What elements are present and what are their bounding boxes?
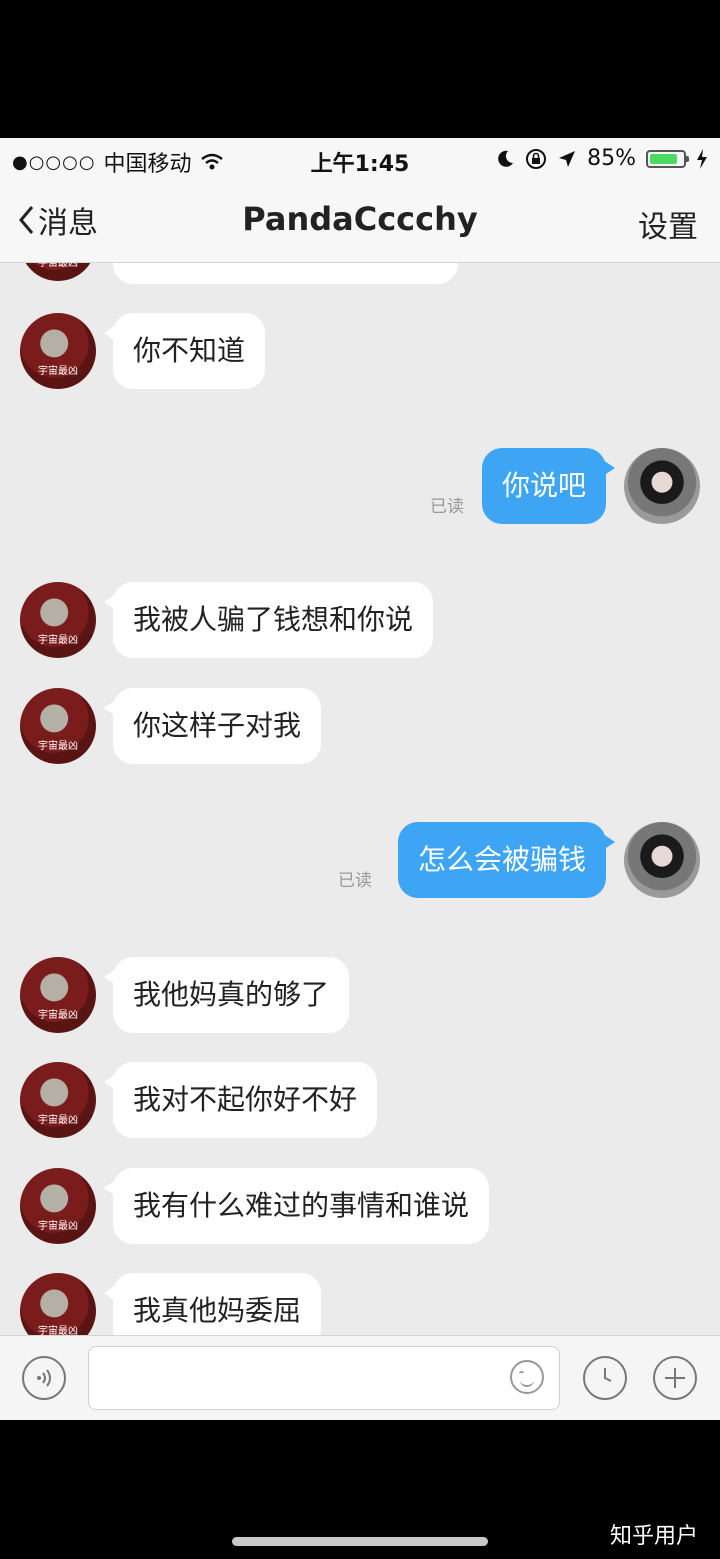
incoming-message[interactable]: 我被人骗了钱想和你说 — [103, 582, 434, 658]
incoming-message[interactable]: 我对不起你好不好 — [103, 1062, 378, 1138]
contact-avatar[interactable]: 宇宙最凶 — [20, 263, 96, 281]
emoji-icon[interactable] — [510, 1360, 544, 1394]
rotation-lock-icon — [526, 148, 547, 169]
message-list[interactable]: 宇宙最凶 宇宙最凶 你不知道 已读 你说吧 宇宙最凶 我被人骗了钱想和你说 宇宙… — [0, 263, 720, 1335]
plus-button[interactable] — [653, 1356, 697, 1400]
user-avatar[interactable] — [624, 448, 700, 524]
outgoing-message[interactable]: 怎么会被骗钱 — [397, 822, 616, 898]
incoming-message[interactable]: 我真他妈委屈 — [103, 1273, 322, 1335]
avatar-caption: 宇宙最凶 — [38, 366, 78, 377]
incoming-message[interactable]: 我他妈真的够了 — [103, 957, 350, 1033]
read-status: 已读 — [430, 497, 464, 517]
contact-avatar[interactable]: 宇宙最凶 — [20, 313, 96, 389]
voice-icon — [37, 1369, 51, 1387]
incoming-message[interactable]: 你不知道 — [103, 313, 266, 389]
contact-avatar[interactable]: 宇宙最凶 — [20, 582, 96, 658]
status-bar: ●○○○○ 中国移动 上午1:45 85% — [0, 138, 720, 178]
settings-button[interactable]: 设置 — [638, 202, 698, 246]
chat-screen: ●○○○○ 中国移动 上午1:45 85% 消息 PandaCccchy 设置 … — [0, 138, 720, 1420]
contact-avatar[interactable]: 宇宙最凶 — [20, 1273, 96, 1335]
clock-button[interactable] — [583, 1356, 627, 1400]
voice-button[interactable] — [22, 1356, 66, 1400]
incoming-message[interactable] — [113, 263, 458, 284]
avatar-caption: 宇宙最凶 — [38, 1010, 78, 1021]
home-indicator[interactable] — [232, 1537, 488, 1546]
avatar-caption: 宇宙最凶 — [38, 1115, 78, 1126]
read-status: 已读 — [338, 871, 372, 891]
charging-icon — [697, 148, 707, 169]
input-bar — [0, 1335, 720, 1420]
avatar-caption: 宇宙最凶 — [38, 1326, 78, 1335]
incoming-message[interactable]: 你这样子对我 — [103, 688, 322, 764]
watermark-text: 知乎用户 — [609, 1524, 698, 1549]
incoming-message[interactable]: 我有什么难过的事情和谁说 — [103, 1168, 490, 1244]
contact-avatar[interactable]: 宇宙最凶 — [20, 1168, 96, 1244]
avatar-caption: 宇宙最凶 — [38, 635, 78, 646]
moon-icon — [498, 150, 514, 167]
outgoing-message[interactable]: 你说吧 — [481, 448, 616, 524]
navigation-bar: 消息 PandaCccchy 设置 — [0, 178, 720, 263]
avatar-caption: 宇宙最凶 — [38, 263, 78, 269]
contact-avatar[interactable]: 宇宙最凶 — [20, 688, 96, 764]
battery-icon — [646, 149, 689, 168]
contact-avatar[interactable]: 宇宙最凶 — [20, 1062, 96, 1138]
battery-fill — [650, 153, 677, 164]
message-input[interactable] — [88, 1346, 560, 1410]
avatar-caption: 宇宙最凶 — [38, 1221, 78, 1232]
clock-icon — [604, 1368, 612, 1382]
plus-icon — [665, 1368, 685, 1388]
location-icon — [559, 150, 576, 167]
user-avatar[interactable] — [624, 822, 700, 898]
contact-avatar[interactable]: 宇宙最凶 — [20, 957, 96, 1033]
chat-title: PandaCccchy — [242, 200, 478, 238]
battery-percent: 85% — [587, 146, 636, 171]
avatar-caption: 宇宙最凶 — [38, 741, 78, 752]
